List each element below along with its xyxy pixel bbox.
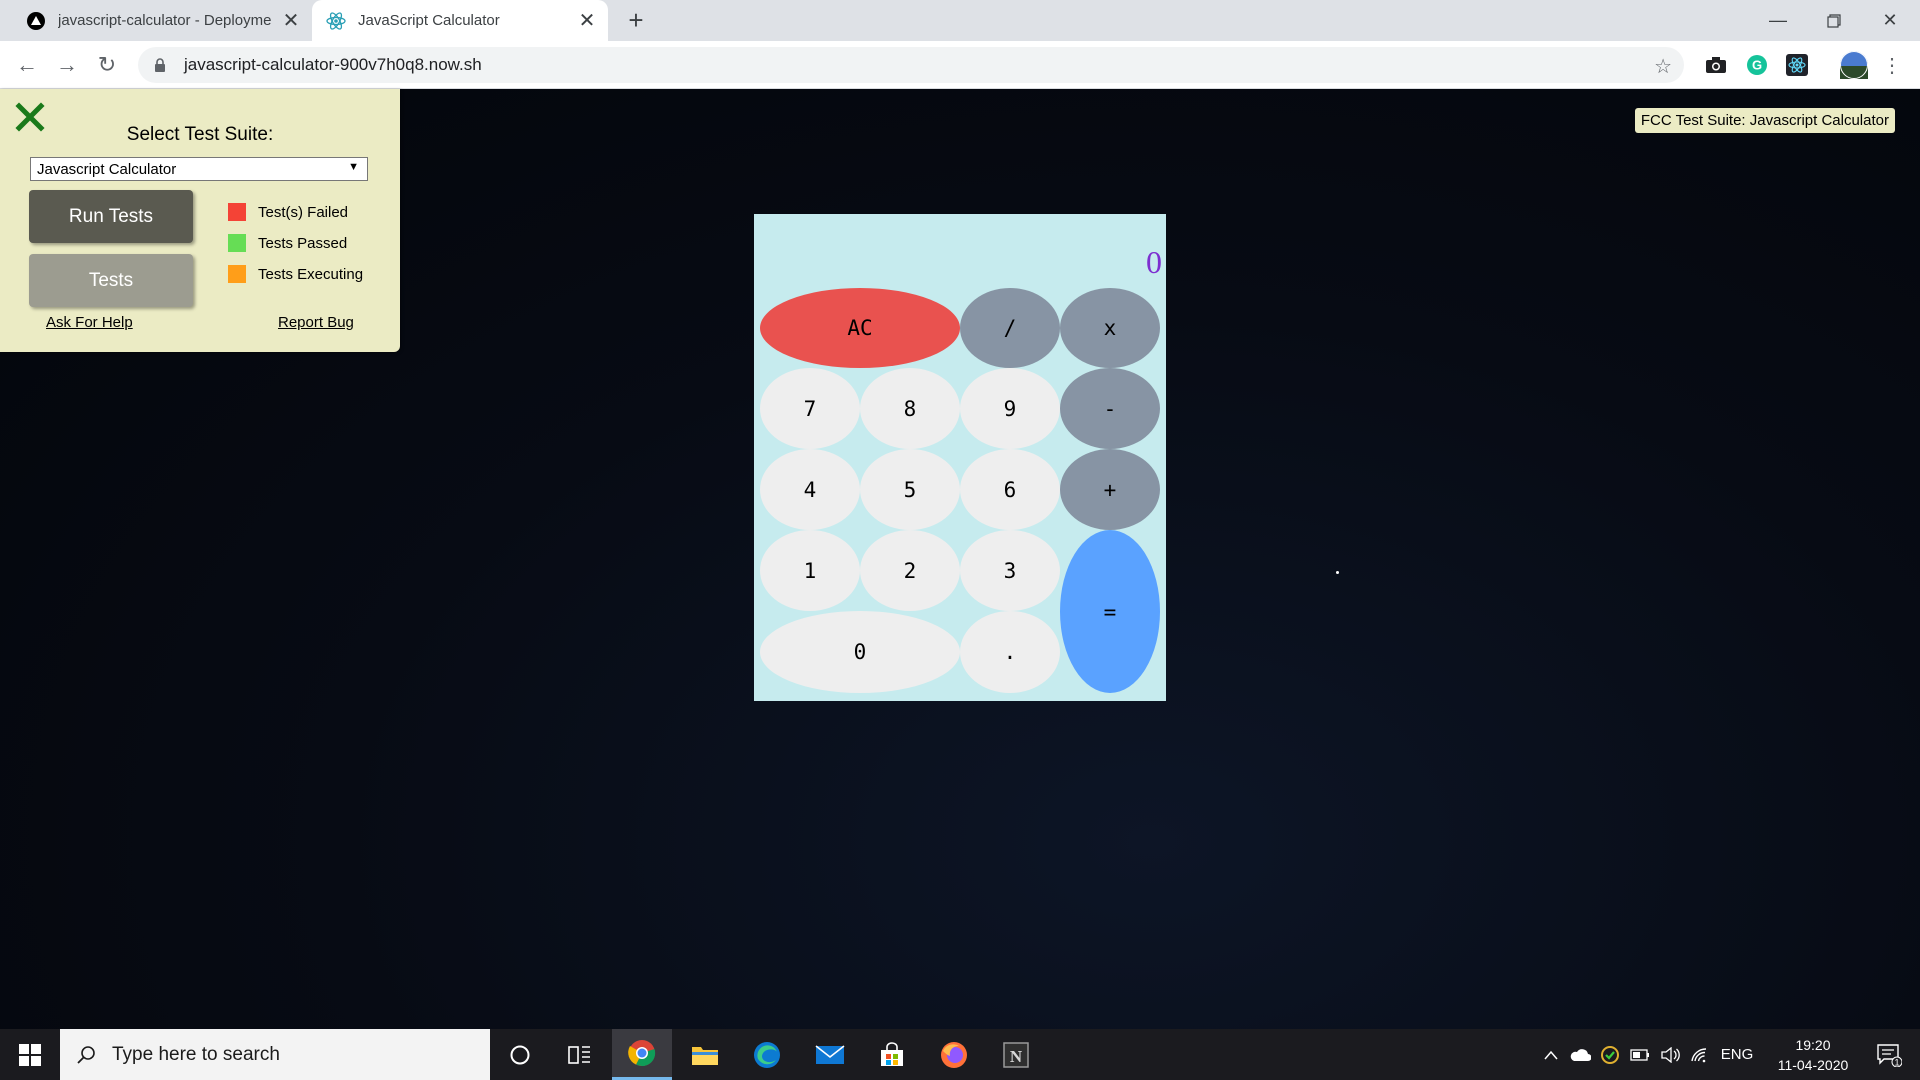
two-button[interactable]: 2 <box>860 530 960 611</box>
tab-deployment[interactable]: javascript-calculator - Deployme ✕ <box>12 0 312 41</box>
grammarly-icon[interactable]: G <box>1745 53 1769 77</box>
clock[interactable]: 19:20 11-04-2020 <box>1758 1035 1868 1075</box>
legend-failed: Test(s) Failed <box>228 202 348 222</box>
clear-button[interactable]: AC <box>760 288 960 368</box>
failed-swatch <box>228 203 246 221</box>
test-suite-selected: Javascript Calculator <box>37 160 177 178</box>
decimal-button[interactable]: . <box>960 611 1060 693</box>
lock-icon[interactable] <box>152 57 168 73</box>
onedrive-icon[interactable] <box>1566 1029 1594 1080</box>
browser-toolbar: ← → ↻ javascript-calculator-900v7h0q8.no… <box>0 41 1920 89</box>
cortana-icon[interactable] <box>490 1029 550 1080</box>
seven-button[interactable]: 7 <box>760 368 860 449</box>
executing-swatch <box>228 265 246 283</box>
legend-passed: Tests Passed <box>228 233 347 253</box>
file-explorer-icon[interactable] <box>675 1029 735 1080</box>
vercel-triangle-icon <box>26 11 46 31</box>
fcc-suite-badge[interactable]: FCC Test Suite: Javascript Calculator <box>1634 108 1895 133</box>
chrome-taskbar-icon[interactable] <box>612 1029 672 1080</box>
windows-taskbar: Type here to search N ENG 19:20 11-04-20… <box>0 1029 1920 1080</box>
restore-icon[interactable] <box>1806 0 1862 41</box>
ask-for-help-link[interactable]: Ask For Help <box>46 314 133 331</box>
run-tests-button[interactable]: Run Tests <box>29 190 193 243</box>
react-devtools-icon[interactable] <box>1785 53 1809 77</box>
clock-time: 19:20 <box>1795 1037 1831 1053</box>
mail-icon[interactable] <box>800 1029 860 1080</box>
notification-count: 1 <box>1894 1057 1899 1067</box>
url-text: javascript-calculator-900v7h0q8.now.sh <box>184 55 482 74</box>
calculator-display: 0 <box>1146 244 1162 280</box>
task-view-icon[interactable] <box>550 1029 610 1080</box>
tab-title: JavaScript Calculator <box>358 12 500 29</box>
four-button[interactable]: 4 <box>760 449 860 530</box>
notification-center-icon[interactable]: 1 <box>1866 1029 1912 1080</box>
dropdown-arrow-icon: ▼ <box>348 161 359 173</box>
six-button[interactable]: 6 <box>960 449 1060 530</box>
add-button[interactable]: + <box>1060 449 1160 530</box>
zero-button[interactable]: 0 <box>760 611 960 693</box>
equals-button[interactable]: = <box>1060 530 1160 693</box>
svg-text:G: G <box>1752 58 1762 73</box>
mouse-cursor <box>1336 571 1339 574</box>
close-tab-icon[interactable]: ✕ <box>574 8 600 34</box>
close-tab-icon[interactable]: ✕ <box>278 8 304 34</box>
page-content: Select Test Suite: Javascript Calculator… <box>0 89 1920 1029</box>
address-bar[interactable]: javascript-calculator-900v7h0q8.now.sh ☆ <box>138 47 1684 83</box>
back-icon[interactable]: ← <box>13 51 41 79</box>
tab-title: javascript-calculator - Deployme <box>58 12 272 29</box>
calculator: 0 AC / x 7 8 9 - 4 5 6 + 1 2 3 = 0 . <box>754 214 1166 701</box>
microsoft-store-icon[interactable] <box>862 1029 922 1080</box>
close-window-icon[interactable]: ✕ <box>1862 0 1918 41</box>
show-hidden-icons-icon[interactable] <box>1538 1029 1564 1080</box>
wifi-icon[interactable] <box>1686 1029 1714 1080</box>
fcc-test-panel: Select Test Suite: Javascript Calculator… <box>0 89 400 352</box>
taskbar-search-box[interactable]: Type here to search <box>60 1029 490 1080</box>
language-indicator[interactable]: ENG <box>1716 1029 1758 1080</box>
sync-status-icon[interactable] <box>1596 1029 1624 1080</box>
report-bug-link[interactable]: Report Bug <box>278 314 354 331</box>
search-placeholder: Type here to search <box>112 1043 280 1065</box>
new-tab-icon[interactable]: + <box>622 5 650 35</box>
tests-button[interactable]: Tests <box>29 254 193 307</box>
legend-label: Tests Executing <box>258 265 364 283</box>
camera-extension-icon[interactable] <box>1704 53 1728 77</box>
nine-button[interactable]: 9 <box>960 368 1060 449</box>
select-suite-heading: Select Test Suite: <box>126 124 274 145</box>
multiply-button[interactable]: x <box>1060 288 1160 368</box>
one-button[interactable]: 1 <box>760 530 860 611</box>
browser-tab-bar: javascript-calculator - Deployme ✕ JavaS… <box>0 0 1920 41</box>
subtract-button[interactable]: - <box>1060 368 1160 449</box>
clock-date: 11-04-2020 <box>1777 1057 1849 1073</box>
passed-swatch <box>228 234 246 252</box>
minimize-icon[interactable]: — <box>1750 0 1806 41</box>
legend-executing: Tests Executing <box>228 264 363 284</box>
firefox-icon[interactable] <box>924 1029 984 1080</box>
volume-icon[interactable] <box>1656 1029 1684 1080</box>
test-suite-select[interactable]: Javascript Calculator ▼ <box>30 157 368 181</box>
forward-icon[interactable]: → <box>53 51 81 79</box>
edge-icon[interactable] <box>737 1029 797 1080</box>
profile-avatar[interactable] <box>1840 51 1868 79</box>
legend-label: Test(s) Failed <box>258 203 349 221</box>
reload-icon[interactable]: ↻ <box>93 51 121 79</box>
bookmark-star-icon[interactable]: ☆ <box>1654 54 1672 79</box>
browser-menu-icon[interactable]: ⋮ <box>1880 53 1904 77</box>
five-button[interactable]: 5 <box>860 449 960 530</box>
divide-button[interactable]: / <box>960 288 1060 368</box>
tab-javascript-calculator[interactable]: JavaScript Calculator ✕ <box>312 0 608 41</box>
eight-button[interactable]: 8 <box>860 368 960 449</box>
react-atom-icon <box>326 11 346 31</box>
svg-text:N: N <box>1010 1047 1023 1066</box>
search-icon <box>74 1043 98 1067</box>
windows-start-icon[interactable] <box>0 1029 60 1080</box>
notion-icon[interactable]: N <box>986 1029 1046 1080</box>
legend-label: Tests Passed <box>258 234 348 252</box>
battery-icon[interactable] <box>1626 1029 1654 1080</box>
three-button[interactable]: 3 <box>960 530 1060 611</box>
